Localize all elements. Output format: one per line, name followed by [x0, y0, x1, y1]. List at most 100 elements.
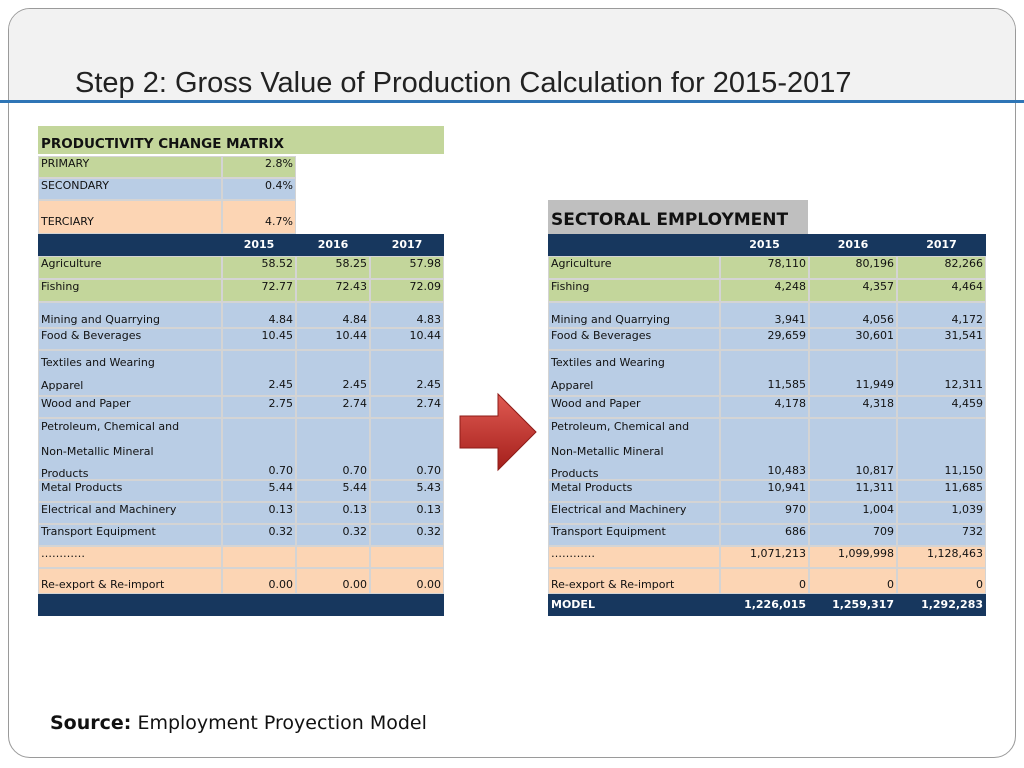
matrix-footer-bar [38, 594, 444, 616]
label-line: Apparel [551, 379, 594, 392]
matrix-cell: 10.45 [222, 328, 296, 350]
matrix-cell: 4.83 [370, 302, 444, 328]
employment-row-label: ………… [548, 546, 720, 568]
matrix-cell: 58.52 [222, 256, 296, 279]
matrix-cell: 2.74 [296, 396, 370, 418]
employment-cell: 82,266 [897, 256, 986, 279]
matrix-cell: 0.32 [222, 524, 296, 546]
matrix-cell: 57.98 [370, 256, 444, 279]
employment-cell: 11,949 [809, 350, 897, 396]
employment-cell: 30,601 [809, 328, 897, 350]
matrix-row-label: Re-export & Re-import [38, 568, 222, 594]
matrix-row-label: Wood and Paper [38, 396, 222, 418]
employment-cell: 732 [897, 524, 986, 546]
employment-total-label: MODEL [548, 594, 720, 616]
employment-cell: 970 [720, 502, 809, 524]
employment-cell: 4,172 [897, 302, 986, 328]
matrix-title: PRODUCTIVITY CHANGE MATRIX [38, 126, 444, 154]
employment-cell: 4,178 [720, 396, 809, 418]
employment-row-label: Textiles and Wearing Apparel [548, 350, 720, 396]
employment-year-2015: 2015 [720, 234, 809, 256]
matrix-row-label: ………… [38, 546, 222, 568]
employment-cell: 1,128,463 [897, 546, 986, 568]
matrix-cell: 10.44 [370, 328, 444, 350]
matrix-cell: 4.84 [296, 302, 370, 328]
matrix-row-label: Agriculture [38, 256, 222, 279]
matrix-cell: 4.84 [222, 302, 296, 328]
matrix-cell: 5.43 [370, 480, 444, 502]
matrix-cell: 0.13 [222, 502, 296, 524]
employment-cell: 12,311 [897, 350, 986, 396]
employment-year-2017: 2017 [897, 234, 986, 256]
employment-cell: 11,685 [897, 480, 986, 502]
employment-cell: 4,248 [720, 279, 809, 302]
employment-total-cell: 1,226,015 [720, 594, 809, 616]
employment-cell: 78,110 [720, 256, 809, 279]
matrix-cell: 0.32 [296, 524, 370, 546]
employment-row-label: Food & Beverages [548, 328, 720, 350]
right-arrow-icon [459, 392, 537, 472]
sector-primary-value: 2.8% [222, 156, 296, 178]
matrix-cell: 0.13 [370, 502, 444, 524]
label-line: Products [41, 467, 89, 480]
matrix-year-2016: 2016 [296, 234, 370, 256]
label-line: Products [551, 467, 599, 480]
employment-row-label: Petroleum, Chemical and Non-Metallic Min… [548, 418, 720, 480]
employment-row-label: Electrical and Machinery [548, 502, 720, 524]
sector-secondary-value: 0.4% [222, 178, 296, 200]
employment-row-label: Wood and Paper [548, 396, 720, 418]
label-line: Non-Metallic Mineral [551, 445, 664, 458]
employment-title: SECTORAL EMPLOYMENT [548, 200, 808, 234]
matrix-cell: 2.74 [370, 396, 444, 418]
sector-terciary-label: TERCIARY [38, 200, 222, 234]
employment-cell: 1,071,213 [720, 546, 809, 568]
matrix-cell: 0.13 [296, 502, 370, 524]
employment-row-label: Metal Products [548, 480, 720, 502]
employment-header-blank [548, 234, 720, 256]
employment-cell: 686 [720, 524, 809, 546]
employment-cell: 4,464 [897, 279, 986, 302]
employment-year-2016: 2016 [809, 234, 897, 256]
matrix-cell: 0.70 [296, 418, 370, 480]
label-line: Textiles and Wearing [41, 356, 155, 369]
matrix-cell: 0.70 [370, 418, 444, 480]
matrix-cell: 0.32 [370, 524, 444, 546]
employment-cell: 4,459 [897, 396, 986, 418]
employment-cell: 29,659 [720, 328, 809, 350]
matrix-cell [222, 546, 296, 568]
matrix-row-label: Mining and Quarrying [38, 302, 222, 328]
employment-row-label: Transport Equipment [548, 524, 720, 546]
matrix-cell: 72.77 [222, 279, 296, 302]
matrix-cell: 2.45 [370, 350, 444, 396]
employment-cell: 709 [809, 524, 897, 546]
matrix-cell: 10.44 [296, 328, 370, 350]
matrix-cell: 5.44 [296, 480, 370, 502]
employment-cell: 0 [720, 568, 809, 594]
label-line: Petroleum, Chemical and [41, 420, 180, 433]
title-divider [0, 100, 1024, 103]
employment-row-label: Mining and Quarrying [548, 302, 720, 328]
matrix-row-label: Electrical and Machinery [38, 502, 222, 524]
matrix-cell: 2.45 [296, 350, 370, 396]
employment-cell: 1,099,998 [809, 546, 897, 568]
label-line: Non-Metallic Mineral [41, 445, 154, 458]
source-text: Employment Proyection Model [137, 712, 427, 734]
employment-cell: 4,318 [809, 396, 897, 418]
matrix-row-label: Fishing [38, 279, 222, 302]
employment-row-label: Agriculture [548, 256, 720, 279]
employment-row-label: Fishing [548, 279, 720, 302]
matrix-year-2017: 2017 [370, 234, 444, 256]
employment-cell: 0 [897, 568, 986, 594]
matrix-cell: 5.44 [222, 480, 296, 502]
label-line: Textiles and Wearing [551, 356, 665, 369]
matrix-row-label: Metal Products [38, 480, 222, 502]
matrix-row-label: Petroleum, Chemical and Non-Metallic Min… [38, 418, 222, 480]
employment-cell: 11,585 [720, 350, 809, 396]
matrix-cell: 72.43 [296, 279, 370, 302]
slide-title: Step 2: Gross Value of Production Calcul… [75, 67, 852, 99]
source-note: Source: Employment Proyection Model [50, 712, 427, 734]
matrix-cell [370, 546, 444, 568]
employment-total-cell: 1,292,283 [897, 594, 986, 616]
matrix-year-2015: 2015 [222, 234, 296, 256]
employment-cell: 4,056 [809, 302, 897, 328]
